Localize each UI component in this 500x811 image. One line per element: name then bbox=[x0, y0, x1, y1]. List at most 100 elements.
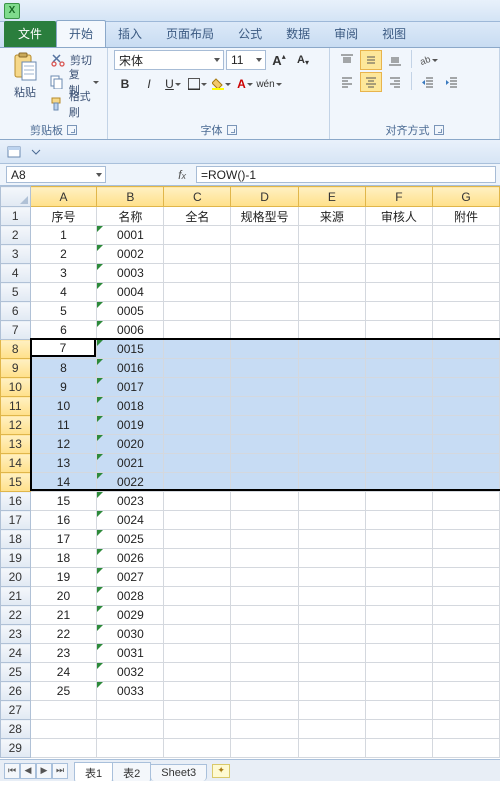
cell[interactable] bbox=[231, 663, 299, 682]
cell[interactable] bbox=[298, 663, 365, 682]
phonetic-button[interactable]: wén bbox=[258, 74, 280, 94]
cell[interactable]: 来源 bbox=[298, 207, 365, 226]
cell[interactable] bbox=[433, 226, 500, 245]
row-header[interactable]: 19 bbox=[1, 549, 31, 568]
cell[interactable] bbox=[97, 701, 164, 720]
tab-page-layout[interactable]: 页面布局 bbox=[154, 21, 226, 47]
cell[interactable] bbox=[298, 245, 365, 264]
cell[interactable]: 22 bbox=[30, 625, 97, 644]
tab-insert[interactable]: 插入 bbox=[106, 21, 154, 47]
tab-home[interactable]: 开始 bbox=[56, 20, 106, 47]
cell[interactable]: 0002 bbox=[97, 245, 164, 264]
cell[interactable] bbox=[164, 435, 231, 454]
sheet-tab[interactable]: 表2 bbox=[112, 762, 151, 781]
cell[interactable] bbox=[231, 378, 299, 397]
cell[interactable] bbox=[298, 283, 365, 302]
cell[interactable] bbox=[164, 644, 231, 663]
cell[interactable]: 11 bbox=[30, 416, 97, 435]
cell[interactable]: 5 bbox=[30, 302, 97, 321]
cell[interactable] bbox=[231, 454, 299, 473]
cell[interactable] bbox=[365, 378, 432, 397]
italic-button[interactable]: I bbox=[138, 74, 160, 94]
row-header[interactable]: 24 bbox=[1, 644, 31, 663]
cell[interactable]: 23 bbox=[30, 644, 97, 663]
cell[interactable] bbox=[97, 720, 164, 739]
cell[interactable] bbox=[298, 416, 365, 435]
align-top-button[interactable] bbox=[336, 50, 358, 70]
row-header[interactable]: 13 bbox=[1, 435, 31, 454]
cell[interactable]: 0029 bbox=[97, 606, 164, 625]
cell[interactable] bbox=[298, 397, 365, 416]
cell[interactable] bbox=[433, 302, 500, 321]
cell[interactable] bbox=[365, 739, 432, 758]
orientation-button[interactable]: ab bbox=[417, 50, 439, 70]
cell[interactable] bbox=[433, 397, 500, 416]
cell[interactable] bbox=[298, 644, 365, 663]
dropdown-icon[interactable] bbox=[28, 144, 44, 160]
row-header[interactable]: 20 bbox=[1, 568, 31, 587]
cell[interactable] bbox=[231, 359, 299, 378]
row-header[interactable]: 25 bbox=[1, 663, 31, 682]
cell[interactable] bbox=[433, 378, 500, 397]
row-header[interactable]: 8 bbox=[1, 340, 31, 359]
cell[interactable] bbox=[365, 682, 432, 701]
cell[interactable]: 12 bbox=[30, 435, 97, 454]
cell[interactable] bbox=[298, 435, 365, 454]
tab-review[interactable]: 审阅 bbox=[322, 21, 370, 47]
cell[interactable] bbox=[433, 340, 500, 359]
cell[interactable] bbox=[433, 568, 500, 587]
cell[interactable] bbox=[164, 568, 231, 587]
cell[interactable] bbox=[433, 606, 500, 625]
cell[interactable] bbox=[365, 587, 432, 606]
cell[interactable] bbox=[30, 720, 97, 739]
cell[interactable] bbox=[231, 264, 299, 283]
row-header[interactable]: 4 bbox=[1, 264, 31, 283]
underline-button[interactable]: U bbox=[162, 74, 184, 94]
cell[interactable]: 0018 bbox=[97, 397, 164, 416]
cell[interactable]: 0033 bbox=[97, 682, 164, 701]
cell[interactable] bbox=[231, 511, 299, 530]
row-header[interactable]: 23 bbox=[1, 625, 31, 644]
clipboard-launcher[interactable] bbox=[67, 125, 77, 135]
sheet-tab[interactable]: Sheet3 bbox=[150, 764, 207, 781]
cell[interactable]: 0023 bbox=[97, 492, 164, 511]
cell[interactable] bbox=[365, 549, 432, 568]
cell[interactable]: 0005 bbox=[97, 302, 164, 321]
row-header[interactable]: 9 bbox=[1, 359, 31, 378]
cell[interactable] bbox=[164, 454, 231, 473]
cell[interactable] bbox=[365, 226, 432, 245]
cell[interactable] bbox=[231, 530, 299, 549]
cell[interactable]: 17 bbox=[30, 530, 97, 549]
cell[interactable] bbox=[433, 682, 500, 701]
cell[interactable] bbox=[164, 378, 231, 397]
cell[interactable] bbox=[298, 302, 365, 321]
cell[interactable] bbox=[231, 587, 299, 606]
row-header[interactable]: 1 bbox=[1, 207, 31, 226]
cell[interactable]: 16 bbox=[30, 511, 97, 530]
tab-data[interactable]: 数据 bbox=[274, 21, 322, 47]
name-box[interactable]: A8 bbox=[6, 166, 106, 183]
cell[interactable] bbox=[231, 397, 299, 416]
alignment-launcher[interactable] bbox=[434, 125, 444, 135]
column-header[interactable]: B bbox=[97, 187, 164, 207]
sheet-nav-next[interactable]: ▶ bbox=[36, 763, 52, 779]
cell[interactable] bbox=[433, 720, 500, 739]
column-header[interactable]: E bbox=[298, 187, 365, 207]
cell[interactable] bbox=[298, 587, 365, 606]
cell[interactable]: 4 bbox=[30, 283, 97, 302]
row-header[interactable]: 10 bbox=[1, 378, 31, 397]
cell[interactable]: 0016 bbox=[97, 359, 164, 378]
sheet-nav-last[interactable]: ⏭ bbox=[52, 763, 68, 779]
cell[interactable]: 0031 bbox=[97, 644, 164, 663]
cell[interactable] bbox=[164, 359, 231, 378]
cell[interactable] bbox=[298, 549, 365, 568]
cell[interactable] bbox=[164, 264, 231, 283]
cell[interactable] bbox=[433, 625, 500, 644]
fx-icon[interactable]: fx bbox=[178, 168, 186, 182]
paste-button[interactable]: 粘贴 bbox=[6, 50, 44, 102]
cell[interactable]: 0026 bbox=[97, 549, 164, 568]
row-header[interactable]: 27 bbox=[1, 701, 31, 720]
cell[interactable] bbox=[365, 606, 432, 625]
row-header[interactable]: 2 bbox=[1, 226, 31, 245]
cell[interactable] bbox=[164, 625, 231, 644]
